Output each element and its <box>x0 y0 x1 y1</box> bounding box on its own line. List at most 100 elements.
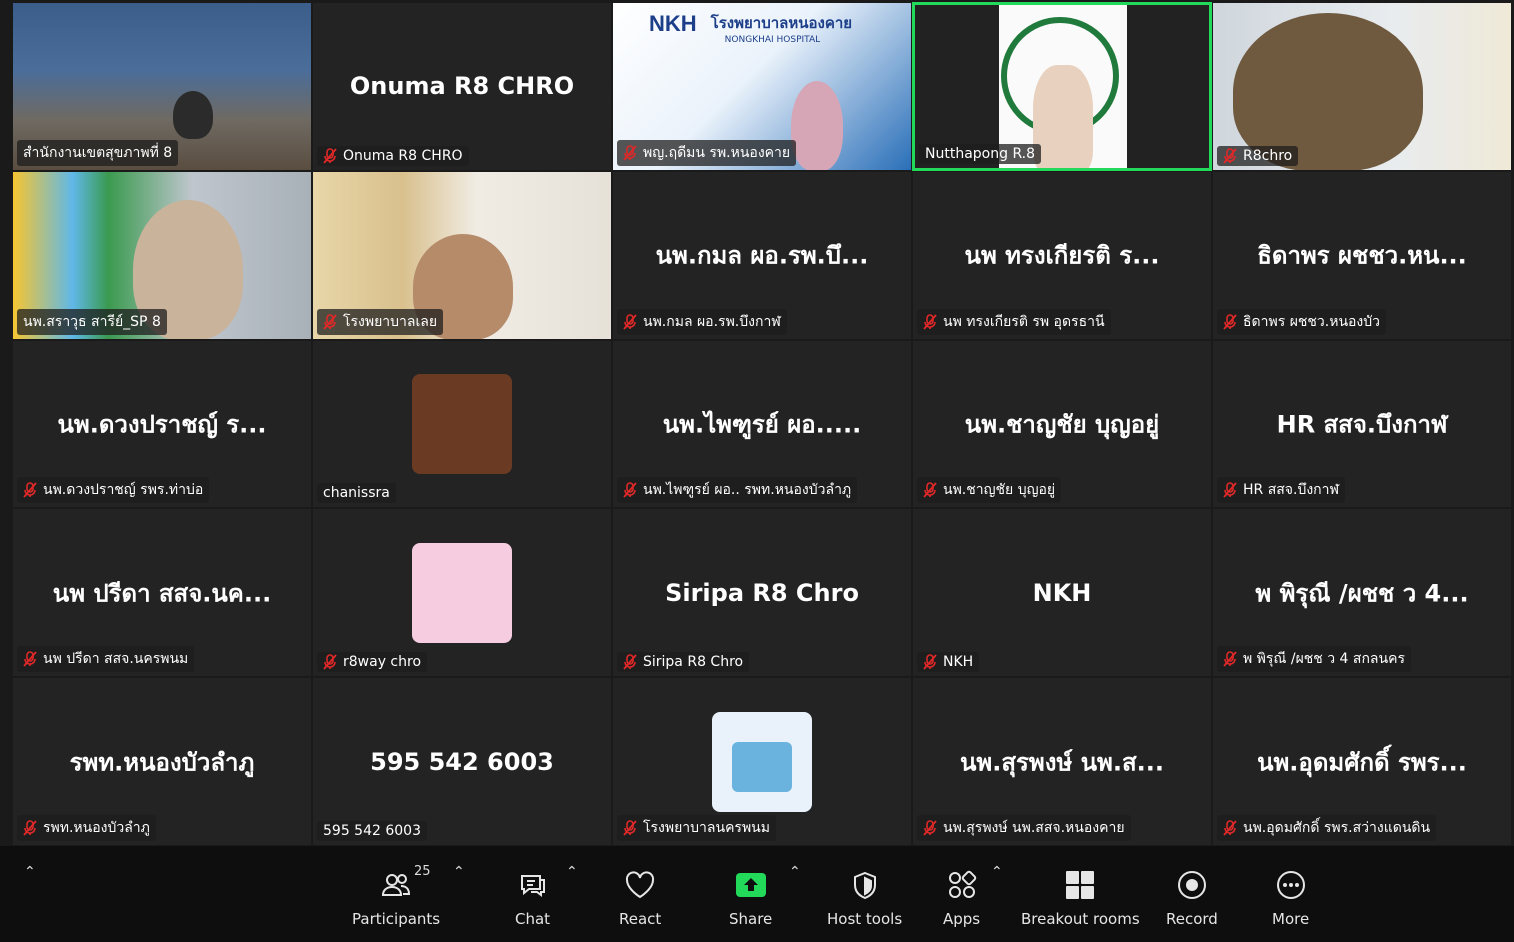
participant-tile[interactable]: r8way chro <box>312 508 612 678</box>
mic-muted-icon <box>1223 147 1237 164</box>
mic-muted-icon <box>623 820 637 836</box>
participant-tile[interactable]: นพ.สุรพงษ์ นพ.ส... นพ.สุรพงษ์ นพ.สสจ.หนอง… <box>912 677 1212 846</box>
participant-tile[interactable]: รพท.หนองบัวลำภู รพท.หนองบัวลำภู <box>12 677 312 846</box>
audio-options-caret[interactable]: ⌃ <box>24 864 36 880</box>
participant-name-tag: R8chro <box>1217 145 1299 166</box>
more-label: More <box>1272 910 1310 928</box>
mic-muted-icon <box>1223 820 1237 836</box>
participant-name: นพ.สุรพงษ์ นพ.สสจ.หนองคาย <box>943 819 1125 836</box>
participant-tile[interactable]: นพ.ไพฑูรย์ ผอ..... นพ.ไพฑูรย์ ผอ.. รพท.หน… <box>612 339 912 509</box>
participant-name-tag: พ พิรุณี /ผชช ว 4 สกลนคร <box>1217 646 1411 673</box>
participant-name: พญ.ฤดีมน รพ.หนองคาย <box>643 144 791 161</box>
participant-name: นพ.ไพฑูรย์ ผอ.. รพท.หนองบัวลำภู <box>643 482 852 499</box>
participant-display-name: พ พิรุณี /ผชช ว 4... <box>1255 579 1469 608</box>
participant-tile[interactable]: นพ ปรีดา สสจ.นค... นพ ปรีดา สสจ.นครพนม <box>12 508 312 678</box>
participant-tile[interactable]: NKH NKH <box>912 508 1212 678</box>
participant-tile[interactable]: นพ ทรงเกียรติ ร... นพ ทรงเกียรติ รพ อุดรธ… <box>912 170 1212 340</box>
participant-name: รพท.หนองบัวลำภู <box>43 819 150 836</box>
participant-tile[interactable]: นพ.ชาญชัย บุญอยู่ นพ.ชาญชัย บุญอยู่ <box>912 339 1212 509</box>
participants-count: 25 <box>414 864 431 879</box>
participant-tile[interactable]: Onuma R8 CHRO Onuma R8 CHRO <box>312 2 612 171</box>
participant-name: Nutthapong R.8 <box>925 145 1036 162</box>
mic-muted-icon <box>623 144 637 161</box>
participant-tile[interactable]: Nutthapong R.8 <box>912 2 1212 171</box>
participant-display-name: NKH <box>1032 578 1092 607</box>
react-button[interactable]: React <box>619 866 661 928</box>
participant-name: r8way chro <box>343 654 422 671</box>
participants-icon <box>381 866 411 904</box>
participant-name-tag: Siripa R8 Chro <box>617 652 750 673</box>
host-tools-label: Host tools <box>827 910 903 928</box>
participant-name-tag: chanissra <box>317 483 396 504</box>
participant-tile[interactable]: NKH โรงพยาบาลหนองคาย NONGKHAI HOSPITAL พญ.ฤ… <box>612 2 912 171</box>
participant-name-tag: นพ ปรีดา สสจ.นครพนม <box>17 646 195 673</box>
participant-name-tag: ธิดาพร ผชชว.หนองบัว <box>1217 308 1387 335</box>
hospital-subtitle: NONGKHAI HOSPITAL <box>724 35 821 45</box>
participant-name-tag: 595 542 6003 <box>317 820 427 841</box>
participant-tile[interactable]: พ พิรุณี /ผชช ว 4... พ พิรุณี /ผชช ว 4 สก… <box>1212 508 1512 678</box>
apps-button[interactable]: Apps <box>943 866 980 928</box>
participant-name-tag: Nutthapong R.8 <box>919 143 1042 164</box>
more-button[interactable]: More <box>1272 866 1309 928</box>
participant-name-tag: โรงพยาบาลเลย <box>317 308 444 335</box>
participant-tile[interactable]: R8chro <box>1212 2 1512 171</box>
participant-display-name: นพ.ไพฑูรย์ ผอ..... <box>662 410 862 439</box>
participant-figure <box>791 81 843 170</box>
participant-name-tag: HR สสจ.บึงกาฬ <box>1217 477 1346 504</box>
participant-name-tag: นพ.สราวุธ สารีย์_SP 8 <box>17 308 167 335</box>
participant-name: สำนักงานเขตสุขภาพที่ 8 <box>23 144 173 161</box>
hospital-banner: NKH โรงพยาบาลหนองคาย NONGKHAI HOSPITAL <box>649 11 852 45</box>
participant-display-name: Siripa R8 Chro <box>665 578 859 607</box>
participant-tile[interactable]: chanissra <box>312 339 612 509</box>
participant-name-tag: Onuma R8 CHRO <box>317 145 469 166</box>
participant-tile[interactable]: โรงพยาบาลนครพนม <box>612 677 912 846</box>
share-screen-icon <box>734 866 768 904</box>
participant-name: นพ.กมล ผอ.รพ.บึงกาฬ <box>643 313 781 330</box>
participant-tile[interactable]: นพ.กมล ผอ.รพ.บึ... นพ.กมล ผอ.รพ.บึงกาฬ <box>612 170 912 340</box>
participant-display-name: นพ.กมล ผอ.รพ.บึ... <box>655 241 869 270</box>
hospital-title: โรงพยาบาลหนองคาย <box>710 14 853 32</box>
participant-tile[interactable]: ธิดาพร ผชชว.หน... ธิดาพร ผชชว.หนองบัว <box>1212 170 1512 340</box>
heart-icon <box>624 866 656 904</box>
shield-icon <box>851 866 879 904</box>
mic-muted-icon <box>323 654 337 670</box>
share-button[interactable]: Share <box>729 866 772 928</box>
share-caret[interactable]: ⌃ <box>789 864 801 880</box>
participant-name-tag: นพ.ไพฑูรย์ ผอ.. รพท.หนองบัวลำภู <box>617 477 858 504</box>
participant-figure <box>1033 65 1093 168</box>
participant-name-tag: รพท.หนองบัวลำภู <box>17 814 156 841</box>
chat-label: Chat <box>515 910 551 928</box>
mic-muted-icon <box>1223 482 1237 498</box>
participant-tile[interactable]: นพ.สราวุธ สารีย์_SP 8 <box>12 170 312 340</box>
participant-tile[interactable]: นพ.อุดมศักดิ์ รพร... นพ.อุดมศักดิ์ รพร.สว… <box>1212 677 1512 846</box>
participant-display-name: นพ ปรีดา สสจ.นค... <box>52 579 272 608</box>
profile-picture <box>712 711 812 812</box>
react-label: React <box>619 910 662 928</box>
participant-tile[interactable]: สำนักงานเขตสุขภาพที่ 8 <box>12 2 312 171</box>
participant-name-tag: นพ.สุรพงษ์ นพ.สสจ.หนองคาย <box>917 814 1131 841</box>
participant-tile[interactable]: HR สสจ.บึงกาฬ HR สสจ.บึงกาฬ <box>1212 339 1512 509</box>
mic-muted-icon <box>23 482 37 498</box>
chat-caret[interactable]: ⌃ <box>566 864 578 880</box>
mic-muted-icon <box>923 313 937 330</box>
participant-name-tag: นพ.ดวงปราชญ์ รพร.ท่าบ่อ <box>17 477 210 504</box>
breakout-rooms-icon <box>1065 866 1095 904</box>
participant-display-name: นพ.สุรพงษ์ นพ.ส... <box>960 748 1164 777</box>
participant-tile[interactable]: 595 542 6003 595 542 6003 <box>312 677 612 846</box>
record-label: Record <box>1166 910 1218 928</box>
record-button[interactable]: Record <box>1166 866 1218 928</box>
share-label: Share <box>729 910 773 928</box>
participant-name: นพ.ชาญชัย บุญอยู่ <box>943 482 1056 499</box>
participant-tile[interactable]: โรงพยาบาลเลย <box>312 170 612 340</box>
participant-name: โรงพยาบาลเลย <box>343 313 438 330</box>
chat-button[interactable]: Chat <box>515 866 550 928</box>
chat-icon <box>518 866 548 904</box>
mic-muted-icon <box>23 820 37 836</box>
host-tools-button[interactable]: Host tools <box>827 866 902 928</box>
breakout-rooms-button[interactable]: Breakout rooms <box>1021 866 1140 928</box>
participants-caret[interactable]: ⌃ <box>453 864 465 880</box>
participant-tile[interactable]: Siripa R8 Chro Siripa R8 Chro <box>612 508 912 678</box>
apps-caret[interactable]: ⌃ <box>991 864 1003 880</box>
participant-name-tag: โรงพยาบาลนครพนม <box>617 814 776 841</box>
participant-tile[interactable]: นพ.ดวงปราชญ์ ร... นพ.ดวงปราชญ์ รพร.ท่าบ่อ <box>12 339 312 509</box>
